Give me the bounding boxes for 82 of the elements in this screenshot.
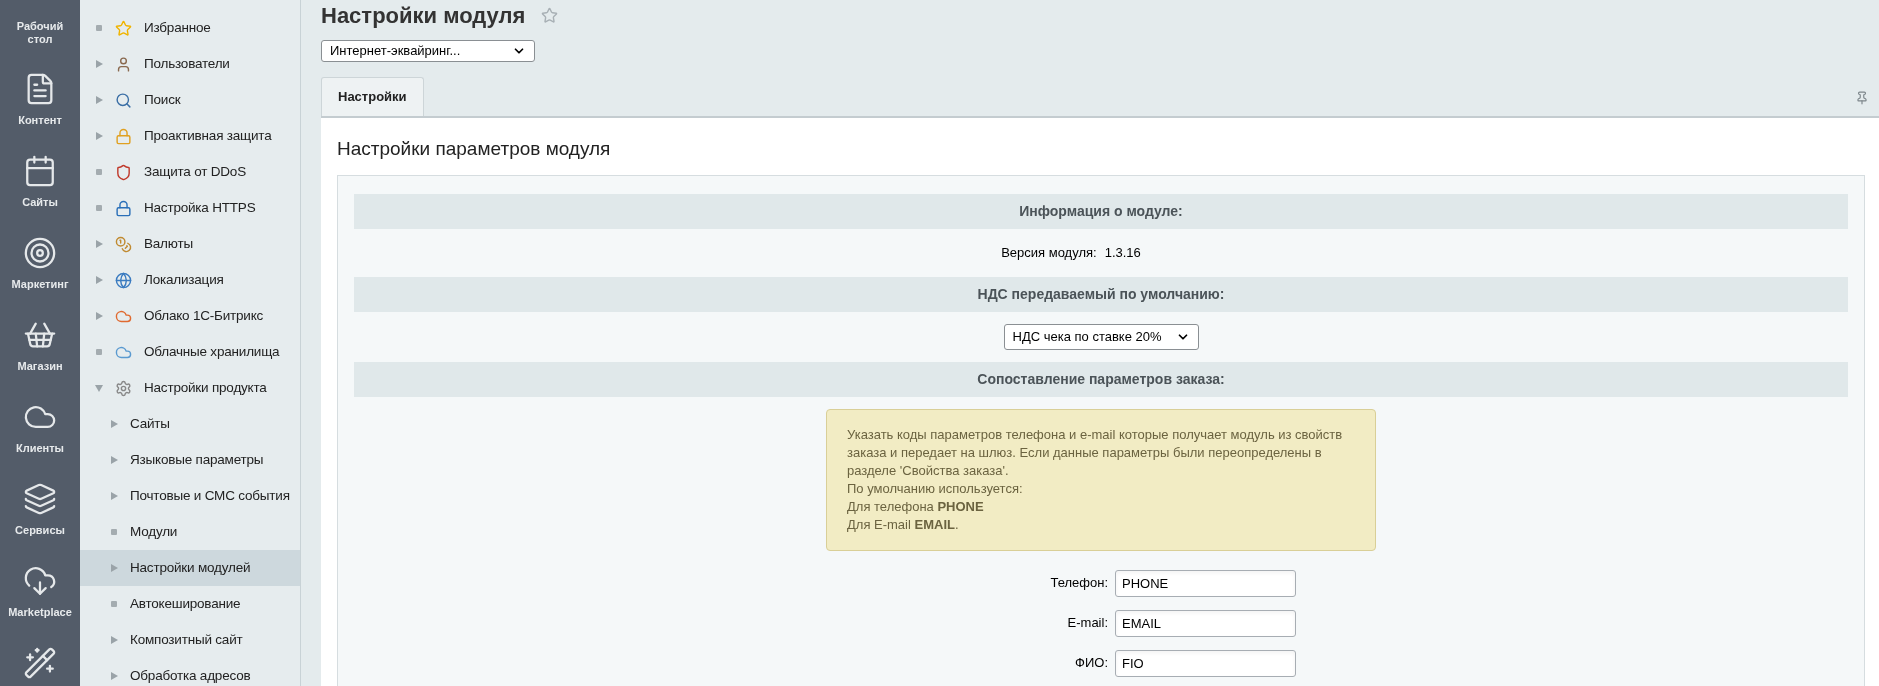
bullet-icon [111, 529, 117, 535]
tree-item[interactable]: Почтовые и СМС события [80, 478, 300, 514]
input-field[interactable]: FIO [1115, 649, 1296, 677]
tree-item[interactable]: Автокеширование [80, 586, 300, 622]
expand-arrow-icon[interactable] [95, 132, 103, 140]
tree-item[interactable]: Пользователи [80, 46, 300, 82]
input-field[interactable]: PHONE [1115, 569, 1296, 597]
lock-icon [115, 127, 132, 145]
dropdown[interactable]: НДС чека по ставке 20% [1003, 324, 1199, 350]
target-icon[interactable] [23, 236, 57, 270]
expand-arrow-icon[interactable] [95, 240, 103, 248]
tree-item[interactable]: Облачные хранилища [80, 334, 300, 370]
panel-heading: Настройки параметров модуля [337, 136, 612, 161]
tree-item[interactable]: Обработка адресов [80, 658, 300, 686]
field-label: E-mail: [1066, 614, 1109, 633]
nav-label[interactable]: Рабочий стол [5, 20, 75, 46]
nav-label[interactable]: Клиенты [5, 442, 75, 455]
tree-item[interactable]: Настройки модулей [80, 550, 300, 586]
shield-icon [115, 163, 132, 181]
expand-arrow-icon[interactable] [110, 636, 118, 644]
nav-label[interactable]: Marketplace [5, 606, 75, 619]
layers-icon[interactable] [23, 482, 57, 516]
note-text: Для телефона PHONE [847, 498, 985, 516]
user-icon [115, 55, 132, 73]
coin-icon [115, 235, 132, 253]
cloud-download-icon[interactable] [23, 564, 57, 598]
gear-icon [115, 379, 132, 397]
tree-item[interactable]: Сайты [80, 406, 300, 442]
section-header: Информация о модуле: [354, 194, 1848, 229]
nav-label[interactable]: Магазин [5, 360, 75, 373]
bullet-icon [96, 169, 102, 175]
tree-item[interactable]: Настройка HTTPS [80, 190, 300, 226]
search-icon [115, 91, 132, 109]
lock-icon [115, 199, 132, 217]
nav-label[interactable]: Сайты [5, 196, 75, 209]
field-label: Телефон: [1049, 574, 1109, 593]
tree-item[interactable]: Защита от DDoS [80, 154, 300, 190]
bullet-icon [96, 349, 102, 355]
expand-arrow-icon[interactable] [110, 420, 118, 428]
note-text: По умолчанию используется: [847, 480, 1024, 498]
module-dropdown[interactable]: Интернет-эквайринг... [321, 40, 535, 62]
note-text: Указать коды параметров телефона и e-mail которые получает модуль из свойств заказа и передает на шлюз. Если данные параметры были переопределены в разделе 'Свойства заказа'. [847, 426, 1344, 480]
star-icon [115, 19, 132, 37]
expand-arrow-icon[interactable] [110, 564, 118, 572]
bullet-icon [96, 205, 102, 211]
tree-item[interactable]: Валюты [80, 226, 300, 262]
section-header: Сопоставление параметров заказа: [354, 362, 1848, 397]
note-text: Для E-mail EMAIL. [847, 516, 960, 534]
bullet-icon [111, 601, 117, 607]
tree-item[interactable]: Поиск [80, 82, 300, 118]
tree-item[interactable]: Настройки продукта [80, 370, 300, 406]
expand-arrow-icon[interactable] [110, 492, 118, 500]
star-icon[interactable] [541, 6, 559, 24]
expand-arrow-icon[interactable] [95, 60, 103, 68]
tree-item[interactable]: Облако 1С-Битрикс [80, 298, 300, 334]
input-field[interactable]: EMAIL [1115, 609, 1296, 637]
tree-item[interactable]: Композитный сайт [80, 622, 300, 658]
tree-item[interactable]: Избранное [80, 10, 300, 46]
field-value: 1.3.16 [1104, 244, 1141, 263]
calendar-icon[interactable] [23, 154, 57, 188]
section-header: НДС передаваемый по умолчанию: [354, 277, 1848, 312]
expand-arrow-icon[interactable] [95, 276, 103, 284]
tree-item[interactable]: Языковые параметры [80, 442, 300, 478]
expand-arrow-icon[interactable] [110, 456, 118, 464]
bullet-icon [96, 25, 102, 31]
nav-label[interactable]: Контент [5, 114, 75, 127]
field-label: ФИО: [1074, 654, 1109, 673]
tree-item[interactable]: Проактивная защита [80, 118, 300, 154]
expand-arrow-icon[interactable] [95, 96, 103, 104]
collapse-arrow-icon[interactable] [95, 384, 103, 392]
pin-icon[interactable] [1855, 90, 1869, 105]
expand-arrow-icon[interactable] [95, 312, 103, 320]
tab[interactable]: Настройки [321, 76, 424, 116]
expand-arrow-icon[interactable] [110, 672, 118, 680]
nav-label[interactable]: Сервисы [5, 524, 75, 537]
tree-item[interactable]: Локализация [80, 262, 300, 298]
wand-icon[interactable] [23, 646, 57, 680]
page-title: Настройки модуля [321, 1, 526, 30]
field-label: Версия модуля: [1001, 244, 1097, 263]
tree-item[interactable]: Модули [80, 514, 300, 550]
nav-label[interactable]: Маркетинг [5, 278, 75, 291]
globe-icon [115, 271, 132, 289]
